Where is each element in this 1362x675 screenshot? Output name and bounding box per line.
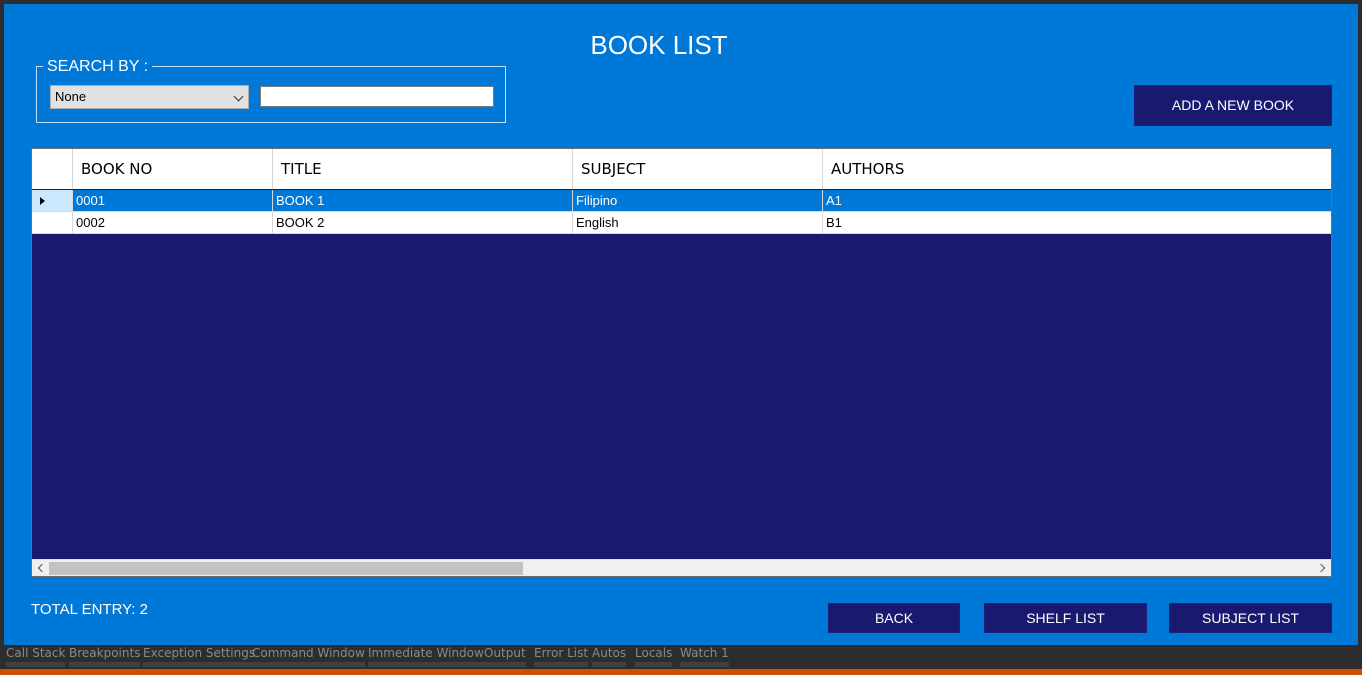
search-by-label: SEARCH BY : xyxy=(43,58,153,76)
cell-authors[interactable]: A1 xyxy=(823,190,1331,212)
table-row[interactable]: 0002 BOOK 2 English B1 xyxy=(32,212,1331,234)
page-title: BOOK LIST xyxy=(590,30,728,60)
column-header-title[interactable]: TITLE xyxy=(273,149,573,189)
ide-tab-label: Immediate Window xyxy=(368,646,484,660)
ide-tab-immediate-window[interactable]: Immediate Window xyxy=(368,645,484,667)
column-header-subject[interactable]: SUBJECT xyxy=(573,149,823,189)
ide-tab-command-window[interactable]: Command Window xyxy=(252,645,365,667)
ide-tab-label: Output xyxy=(484,646,526,660)
cell-title[interactable]: BOOK 2 xyxy=(273,212,573,234)
ide-tab-error-list[interactable]: Error List xyxy=(534,645,589,667)
ide-tab-locals[interactable]: Locals xyxy=(635,645,673,667)
search-input[interactable] xyxy=(260,86,494,107)
ide-tab-label: Breakpoints xyxy=(69,646,141,660)
ide-tool-window-strip: Call Stack Breakpoints Exception Setting… xyxy=(0,645,1362,669)
ide-tab-output[interactable]: Output xyxy=(484,645,526,667)
subject-list-button[interactable]: SUBJECT LIST xyxy=(1169,603,1332,633)
cell-book-no[interactable]: 0001 xyxy=(73,190,273,212)
ide-status-bar xyxy=(0,669,1362,675)
ide-tab-breakpoints[interactable]: Breakpoints xyxy=(69,645,141,667)
cell-subject[interactable]: English xyxy=(573,212,823,234)
cell-subject[interactable]: Filipino xyxy=(573,190,823,212)
total-entry-label: TOTAL ENTRY: 2 xyxy=(31,601,148,618)
ide-tab-label: Autos xyxy=(592,646,627,660)
row-header[interactable] xyxy=(32,212,73,234)
chevron-right-icon xyxy=(1316,563,1326,573)
cell-title[interactable]: BOOK 1 xyxy=(273,190,573,212)
ide-tab-watch-1[interactable]: Watch 1 xyxy=(680,645,729,667)
chevron-left-icon xyxy=(37,563,47,573)
ide-tab-label: Exception Settings xyxy=(143,646,256,660)
ide-tab-call-stack[interactable]: Call Stack xyxy=(6,645,66,667)
ide-tab-label: Call Stack xyxy=(6,646,66,660)
back-button[interactable]: BACK xyxy=(828,603,960,633)
add-new-book-button[interactable]: ADD A NEW BOOK xyxy=(1134,85,1332,126)
search-by-selected: None xyxy=(55,89,87,104)
row-header-corner[interactable] xyxy=(32,149,73,189)
cell-authors[interactable]: B1 xyxy=(823,212,1331,234)
search-groupbox: SEARCH BY : None xyxy=(36,58,506,123)
row-header[interactable] xyxy=(32,190,73,212)
scroll-left-button[interactable] xyxy=(32,560,49,576)
table-row[interactable]: 0001 BOOK 1 Filipino A1 xyxy=(32,190,1331,212)
search-by-select[interactable]: None xyxy=(50,85,249,109)
current-row-icon xyxy=(40,197,45,205)
ide-tab-label: Watch 1 xyxy=(680,646,729,660)
cell-book-no[interactable]: 0002 xyxy=(73,212,273,234)
ide-tab-label: Error List xyxy=(534,646,589,660)
shelf-list-button[interactable]: SHELF LIST xyxy=(984,603,1147,633)
book-grid[interactable]: BOOK NO TITLE SUBJECT AUTHORS 0001 BOOK … xyxy=(31,148,1332,577)
ide-tab-exception-settings[interactable]: Exception Settings xyxy=(143,645,256,667)
horizontal-scrollbar[interactable] xyxy=(32,559,1331,576)
scroll-right-button[interactable] xyxy=(1314,560,1331,576)
column-header-authors[interactable]: AUTHORS xyxy=(823,149,1331,189)
scrollbar-thumb[interactable] xyxy=(49,562,523,575)
grid-header-row: BOOK NO TITLE SUBJECT AUTHORS xyxy=(32,149,1331,189)
ide-tab-label: Command Window xyxy=(252,646,365,660)
column-header-book-no[interactable]: BOOK NO xyxy=(73,149,273,189)
ide-tab-autos[interactable]: Autos xyxy=(592,645,627,667)
chevron-down-icon xyxy=(233,91,244,102)
ide-tab-label: Locals xyxy=(635,646,673,660)
book-list-form: BOOK LIST SEARCH BY : None ADD A NEW BOO… xyxy=(4,4,1358,653)
